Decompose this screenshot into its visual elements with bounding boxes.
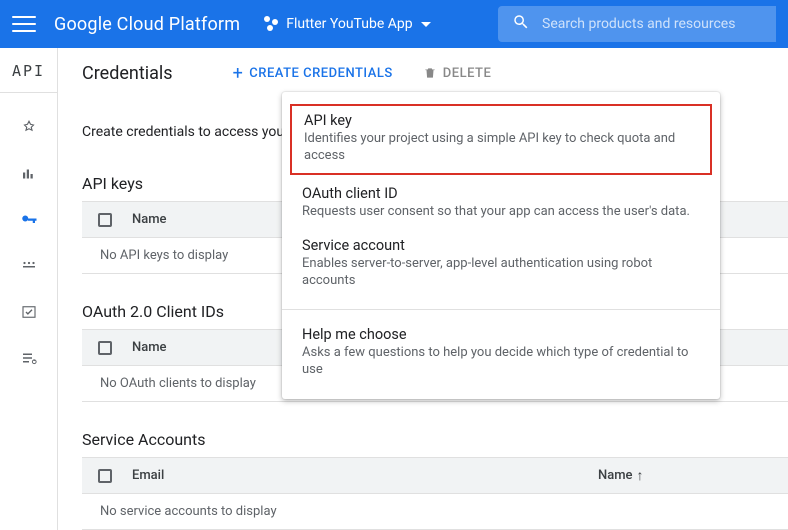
menu-item-oauth-client-id[interactable]: OAuth client ID Requests user consent so… <box>282 179 720 231</box>
checkbox-all-oauth[interactable] <box>98 341 112 355</box>
menu-item-title: OAuth client ID <box>302 185 700 202</box>
menu-item-api-key[interactable]: API key Identifies your project using a … <box>290 104 712 175</box>
col-email[interactable]: Email <box>128 468 598 483</box>
col-name[interactable]: Name ↑ <box>598 467 688 484</box>
trash-icon <box>423 66 437 80</box>
menu-item-service-account[interactable]: Service account Enables server-to-server… <box>282 231 720 300</box>
plus-icon: + <box>233 63 244 84</box>
title-bar: Credentials + CREATE CREDENTIALS DELETE <box>82 48 788 98</box>
empty-message: No API keys to display <box>82 248 228 263</box>
create-credentials-label: CREATE CREDENTIALS <box>249 66 392 81</box>
project-icon <box>262 15 280 33</box>
menu-item-desc: Enables server-to-server, app-level auth… <box>302 256 700 290</box>
api-section-label: API <box>0 62 57 93</box>
credentials-icon[interactable] <box>18 209 40 231</box>
menu-item-desc: Asks a few questions to help you decide … <box>302 345 700 379</box>
chevron-down-icon <box>421 22 431 27</box>
delete-button[interactable]: DELETE <box>423 66 492 81</box>
toolbar: + CREATE CREDENTIALS DELETE <box>233 63 492 84</box>
table-service-accounts: Email Name ↑ No service accounts to disp… <box>82 457 788 530</box>
search-box[interactable] <box>498 6 776 42</box>
left-rail: API <box>0 48 58 530</box>
main-content: Credentials + CREATE CREDENTIALS DELETE … <box>58 48 788 530</box>
menu-item-desc: Requests user consent so that your app c… <box>302 204 700 221</box>
table-header: Email Name ↑ <box>82 458 788 494</box>
top-bar: Google Cloud Platform Flutter YouTube Ap… <box>0 0 788 48</box>
delete-label: DELETE <box>443 66 492 81</box>
project-name: Flutter YouTube App <box>286 16 412 32</box>
library-icon[interactable] <box>18 163 40 185</box>
page-title: Credentials <box>82 63 173 84</box>
project-picker[interactable]: Flutter YouTube App <box>262 15 430 33</box>
empty-message: No service accounts to display <box>82 504 277 519</box>
menu-item-help-me-choose[interactable]: Help me choose Asks a few questions to h… <box>282 320 720 389</box>
create-credentials-menu: API key Identifies your project using a … <box>282 92 720 399</box>
menu-divider <box>282 309 720 310</box>
table-row: No service accounts to display <box>82 494 788 530</box>
menu-item-title: Service account <box>302 237 700 254</box>
domain-verification-icon[interactable] <box>18 301 40 323</box>
menu-item-title: Help me choose <box>302 326 700 343</box>
menu-item-title: API key <box>304 112 698 129</box>
menu-item-desc: Identifies your project using a simple A… <box>304 131 698 165</box>
section-title-service-accounts: Service Accounts <box>82 430 788 449</box>
search-icon <box>512 13 530 35</box>
empty-message: No OAuth clients to display <box>82 376 256 391</box>
page-usage-icon[interactable] <box>18 347 40 369</box>
brand-label: Google Cloud Platform <box>54 14 240 35</box>
arrow-up-icon: ↑ <box>637 467 644 484</box>
checkbox-all-service-accounts[interactable] <box>98 469 112 483</box>
menu-icon[interactable] <box>12 12 36 36</box>
dashboard-icon[interactable] <box>18 117 40 139</box>
create-credentials-button[interactable]: + CREATE CREDENTIALS <box>233 63 393 84</box>
checkbox-all-api-keys[interactable] <box>98 213 112 227</box>
search-input[interactable] <box>542 16 766 32</box>
consent-screen-icon[interactable] <box>18 255 40 277</box>
